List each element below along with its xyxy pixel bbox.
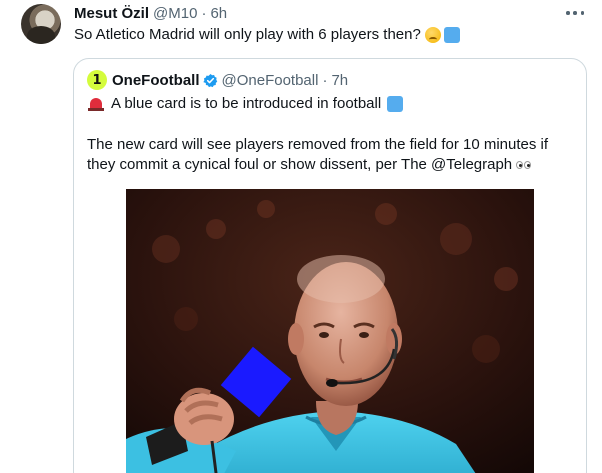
quoted-display-name[interactable]: OneFootball xyxy=(112,72,200,89)
quoted-tweet[interactable]: 1 OneFootball @OneFootball · 7h A blue c… xyxy=(73,58,587,473)
eyes-icon xyxy=(516,160,532,170)
rotating-light-icon xyxy=(87,96,105,112)
referee-photo[interactable] xyxy=(126,189,534,473)
tweet-text-content: So Atletico Madrid will only play with 6… xyxy=(74,26,421,43)
display-name[interactable]: Mesut Özil xyxy=(74,5,149,22)
quoted-headline: A blue card is to be introduced in footb… xyxy=(87,94,404,114)
blue-square-icon xyxy=(443,27,460,43)
onefootball-logo-icon: 1 xyxy=(92,72,102,88)
timestamp[interactable]: 6h xyxy=(210,5,227,22)
blue-square-icon xyxy=(387,96,404,112)
quoted-body-line: The new card will see players removed fr… xyxy=(87,136,549,153)
quoted-separator-dot: · xyxy=(322,71,328,89)
quoted-headline-text: A blue card is to be introduced in footb… xyxy=(111,95,382,112)
tweet-header: Mesut Özil @M10 · 6h xyxy=(74,3,227,23)
quoted-body-line: they commit a cynical foul or show disse… xyxy=(87,156,513,173)
referee-photo-illustration xyxy=(126,189,534,473)
avatar[interactable] xyxy=(21,4,61,44)
separator-dot: · xyxy=(201,4,207,22)
quoted-body: The new card will see players removed fr… xyxy=(87,135,575,175)
more-options-icon[interactable] xyxy=(566,8,584,18)
thinking-face-icon xyxy=(424,27,441,43)
onefootball-avatar[interactable]: 1 xyxy=(87,70,107,90)
tweet-text: So Atletico Madrid will only play with 6… xyxy=(74,25,460,45)
quoted-tweet-header: OneFootball @OneFootball · 7h xyxy=(112,70,348,90)
quoted-timestamp[interactable]: 7h xyxy=(331,72,348,89)
verified-badge-icon xyxy=(202,73,217,87)
handle[interactable]: @M10 xyxy=(153,5,197,22)
quoted-handle[interactable]: @OneFootball xyxy=(222,72,319,89)
tweet[interactable]: Mesut Özil @M10 · 6h So Atletico Madrid … xyxy=(0,0,602,473)
